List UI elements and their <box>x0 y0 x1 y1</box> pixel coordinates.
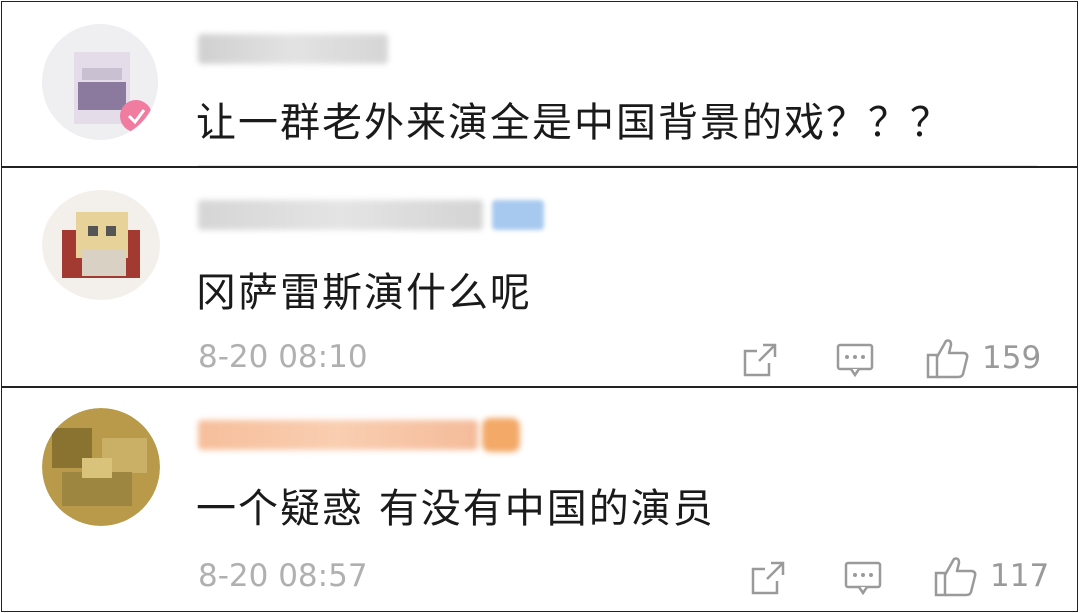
avatar[interactable] <box>42 408 160 526</box>
like-button[interactable]: 159 <box>926 336 1041 380</box>
share-icon <box>751 561 785 595</box>
timestamp: 8-20 08:57 <box>198 558 368 594</box>
thumbs-up-icon <box>934 557 977 597</box>
comment-list: 让一群老外来演全是中国背景的戏？？？ 冈萨雷斯演什么呢 8-20 08:10 1… <box>0 0 1080 613</box>
comment-text: 一个疑惑 有没有中国的演员 <box>196 486 715 532</box>
avatar[interactable] <box>42 190 160 300</box>
timestamp: 8-20 08:10 <box>198 339 368 375</box>
divider <box>198 165 1037 166</box>
username-blurred[interactable] <box>198 200 483 230</box>
thumbs-up-icon <box>926 339 969 379</box>
comment-text: 让一群老外来演全是中国背景的戏？？？ <box>196 100 952 146</box>
share-button[interactable] <box>748 558 788 598</box>
comment-card: 一个疑惑 有没有中国的演员 8-20 08:57 117 <box>1 387 1078 612</box>
like-count: 117 <box>990 558 1050 594</box>
like-button[interactable]: 117 <box>934 554 1049 598</box>
comment-text: 冈萨雷斯演什么呢 <box>196 270 532 316</box>
share-button[interactable] <box>740 340 780 380</box>
avatar[interactable] <box>42 24 158 140</box>
comment-icon <box>836 343 874 378</box>
badge-icon-blurred <box>482 418 520 452</box>
like-count: 159 <box>982 340 1042 376</box>
comment-icon <box>844 561 882 596</box>
username-blurred[interactable] <box>198 34 388 64</box>
vip-badge-blurred <box>492 200 544 230</box>
reply-button[interactable] <box>834 340 876 380</box>
comment-card: 让一群老外来演全是中国背景的戏？？？ <box>1 1 1078 167</box>
share-icon <box>743 343 777 377</box>
comment-card: 冈萨雷斯演什么呢 8-20 08:10 159 <box>1 167 1078 387</box>
reply-button[interactable] <box>842 558 884 598</box>
username-blurred[interactable] <box>198 420 478 450</box>
